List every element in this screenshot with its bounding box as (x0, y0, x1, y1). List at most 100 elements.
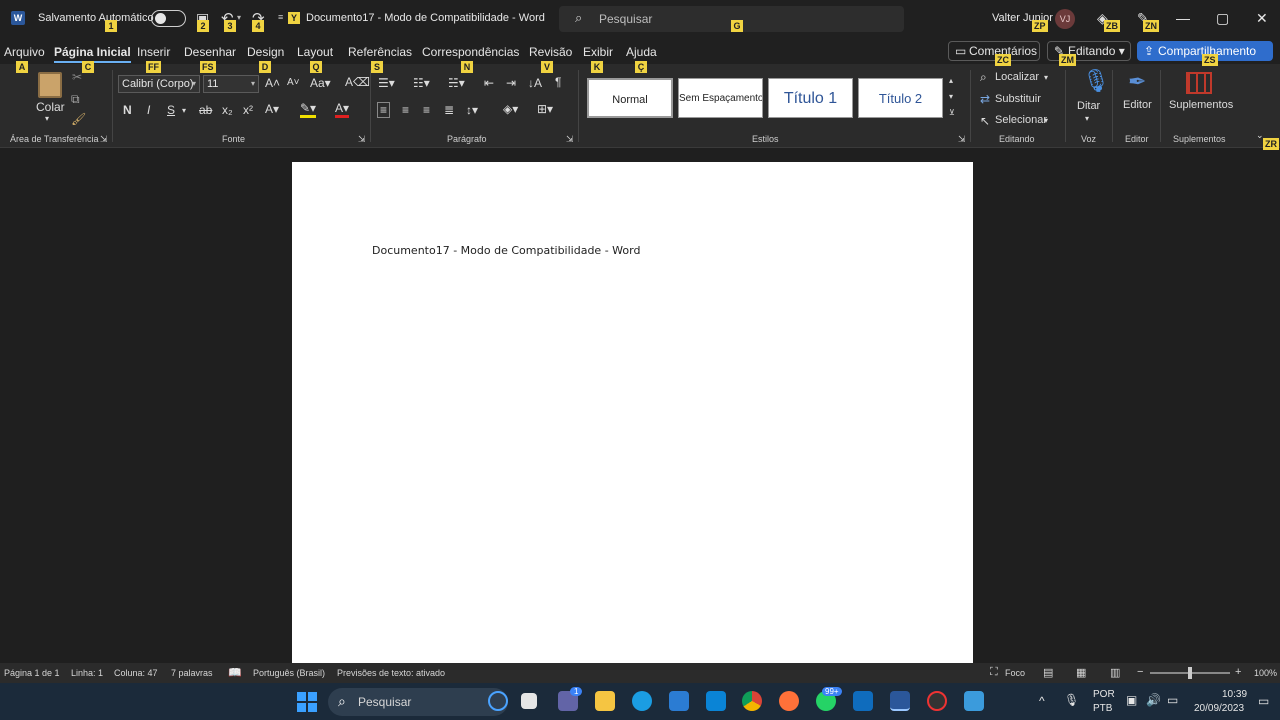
dictate-dropdown-icon[interactable]: ▾ (1085, 114, 1089, 123)
clear-format-icon[interactable]: A⌫ (345, 75, 370, 89)
app-blue-icon[interactable] (706, 691, 726, 711)
outlook-icon[interactable] (853, 691, 873, 711)
tab-ajuda[interactable]: Ajuda (626, 45, 657, 59)
focus-icon[interactable]: ⛶ (990, 666, 998, 679)
styles-launcher-icon[interactable]: ⇲ (958, 134, 966, 145)
grow-font-icon[interactable]: A˄ (265, 76, 280, 90)
zoom-in-icon[interactable]: + (1235, 666, 1241, 678)
sort-icon[interactable]: ↓A (528, 76, 542, 90)
network-icon[interactable]: ▣ (1126, 693, 1137, 707)
store-icon[interactable] (669, 691, 689, 711)
dictate-button[interactable]: Ditar (1077, 100, 1100, 112)
status-predictions[interactable]: Previsões de texto: ativado (337, 668, 445, 678)
show-hidden-icons[interactable]: ^ (1039, 694, 1045, 708)
file-explorer-icon[interactable] (595, 691, 615, 711)
font-family-select[interactable]: Calibri (Corpo) ▾ (118, 75, 200, 93)
styles-more-icon[interactable]: ⊻ (949, 108, 955, 117)
autosave-toggle[interactable] (151, 10, 186, 27)
windows-start-icon[interactable] (297, 692, 317, 712)
paragraph-launcher-icon[interactable]: ⇲ (566, 134, 574, 145)
borders-icon[interactable]: ⊞▾ (537, 102, 553, 116)
web-layout-icon[interactable]: ▥ (1110, 666, 1120, 679)
select-icon[interactable]: ↖ (980, 114, 990, 128)
status-words[interactable]: 7 palavras (171, 668, 213, 678)
tab-arquivo[interactable]: Arquivo (4, 45, 45, 59)
addins-grid-icon[interactable] (1186, 72, 1212, 94)
style-titulo-2[interactable]: Título 2 (858, 78, 943, 118)
taskbar-search[interactable]: ⌕ Pesquisar (328, 688, 508, 716)
zoom-out-icon[interactable]: − (1137, 666, 1143, 678)
find-button[interactable]: Localizar (995, 71, 1039, 83)
document-text-line[interactable]: Documento17 - Modo de Compatibilidade - … (372, 244, 640, 257)
customize-qat-icon[interactable]: ≡ (278, 12, 283, 22)
firefox-icon[interactable] (779, 691, 799, 711)
tab-pagina-inicial[interactable]: Página Inicial (54, 45, 131, 63)
bing-icon[interactable] (488, 691, 508, 711)
zoom-level[interactable]: 100% (1254, 668, 1277, 678)
bullets-icon[interactable]: ☰▾ (378, 76, 395, 90)
replace-button[interactable]: Substituir (995, 93, 1041, 105)
subscript-icon[interactable]: x₂ (222, 103, 233, 117)
multilevel-list-icon[interactable]: ☵▾ (448, 76, 465, 90)
font-color-icon[interactable]: A▾ (335, 101, 350, 118)
word-taskbar-icon[interactable] (890, 691, 910, 711)
microphone-tray-icon[interactable]: 🎙 (1064, 693, 1079, 707)
find-dropdown-icon[interactable]: ▾ (1044, 73, 1048, 82)
shading-icon[interactable]: ◈▾ (503, 102, 518, 116)
clock-date[interactable]: 20/09/2023 (1194, 703, 1244, 714)
clock-time[interactable]: 10:39 (1222, 689, 1247, 700)
style-titulo-1[interactable]: Título 1 (768, 78, 853, 118)
replace-icon[interactable]: ⇄ (980, 92, 990, 106)
align-left-icon[interactable]: ≡ (377, 102, 391, 118)
status-column[interactable]: Coluna: 47 (114, 668, 158, 678)
editor-icon[interactable]: ✒ (1128, 69, 1146, 95)
underline-dropdown-icon[interactable]: ▾ (182, 106, 186, 115)
volume-icon[interactable]: 🔊 (1146, 693, 1161, 707)
tab-layout[interactable]: Layout (297, 45, 333, 59)
numbering-icon[interactable]: ☷▾ (413, 76, 430, 90)
paste-label[interactable]: Colar (36, 100, 65, 114)
justify-icon[interactable]: ≣ (444, 103, 454, 117)
minimize-icon[interactable]: — (1176, 10, 1190, 26)
app-red-icon[interactable] (927, 691, 947, 711)
comments-button[interactable]: ▭ Comentários (948, 41, 1040, 61)
align-center-icon[interactable]: ≡ (402, 103, 409, 117)
focus-button[interactable]: Foco (1005, 668, 1025, 678)
status-language[interactable]: Português (Brasil) (253, 668, 325, 678)
italic-button[interactable]: I (147, 103, 150, 117)
chrome-icon[interactable] (742, 691, 762, 711)
select-dropdown-icon[interactable]: ▾ (1044, 116, 1048, 125)
close-icon[interactable]: ✕ (1256, 10, 1268, 27)
increase-indent-icon[interactable]: ⇥ (506, 76, 516, 90)
maximize-icon[interactable]: ▢ (1216, 10, 1229, 27)
battery-icon[interactable]: ▭ (1167, 693, 1178, 707)
read-mode-icon[interactable]: ▤ (1043, 666, 1053, 679)
font-size-select[interactable]: 11 ▾ (203, 75, 259, 93)
select-button[interactable]: Selecionar (995, 114, 1047, 126)
tab-referencias[interactable]: Referências (348, 45, 412, 59)
align-right-icon[interactable]: ≡ (423, 103, 430, 117)
tab-inserir[interactable]: Inserir (137, 45, 170, 59)
task-view-icon[interactable] (521, 693, 537, 709)
tab-exibir[interactable]: Exibir (583, 45, 613, 59)
change-case-icon[interactable]: Aa▾ (310, 76, 331, 90)
font-launcher-icon[interactable]: ⇲ (358, 134, 366, 145)
find-icon[interactable]: ⌕ (980, 70, 987, 85)
line-spacing-icon[interactable]: ↕▾ (466, 103, 478, 117)
microphone-icon[interactable]: 🎙 (1082, 68, 1110, 94)
tab-revisao[interactable]: Revisão (529, 45, 572, 59)
show-marks-icon[interactable]: ¶ (555, 75, 561, 89)
format-painter-icon[interactable]: 🖌 (71, 112, 86, 126)
bold-button[interactable]: N (123, 103, 132, 117)
paste-icon[interactable] (38, 72, 62, 98)
addins-button[interactable]: Suplementos (1169, 99, 1233, 111)
style-normal[interactable]: Normal (587, 78, 673, 118)
editor-button[interactable]: Editor (1123, 99, 1152, 111)
styles-scroll-up-icon[interactable]: ▴ (949, 76, 953, 85)
strikethrough-icon[interactable]: ab (199, 103, 212, 117)
proofing-icon[interactable]: 📖 (228, 666, 242, 679)
decrease-indent-icon[interactable]: ⇤ (484, 76, 494, 90)
status-page[interactable]: Página 1 de 1 (4, 668, 60, 678)
shrink-font-icon[interactable]: A˅ (287, 77, 300, 88)
copy-icon[interactable]: ⧉ (71, 92, 80, 107)
